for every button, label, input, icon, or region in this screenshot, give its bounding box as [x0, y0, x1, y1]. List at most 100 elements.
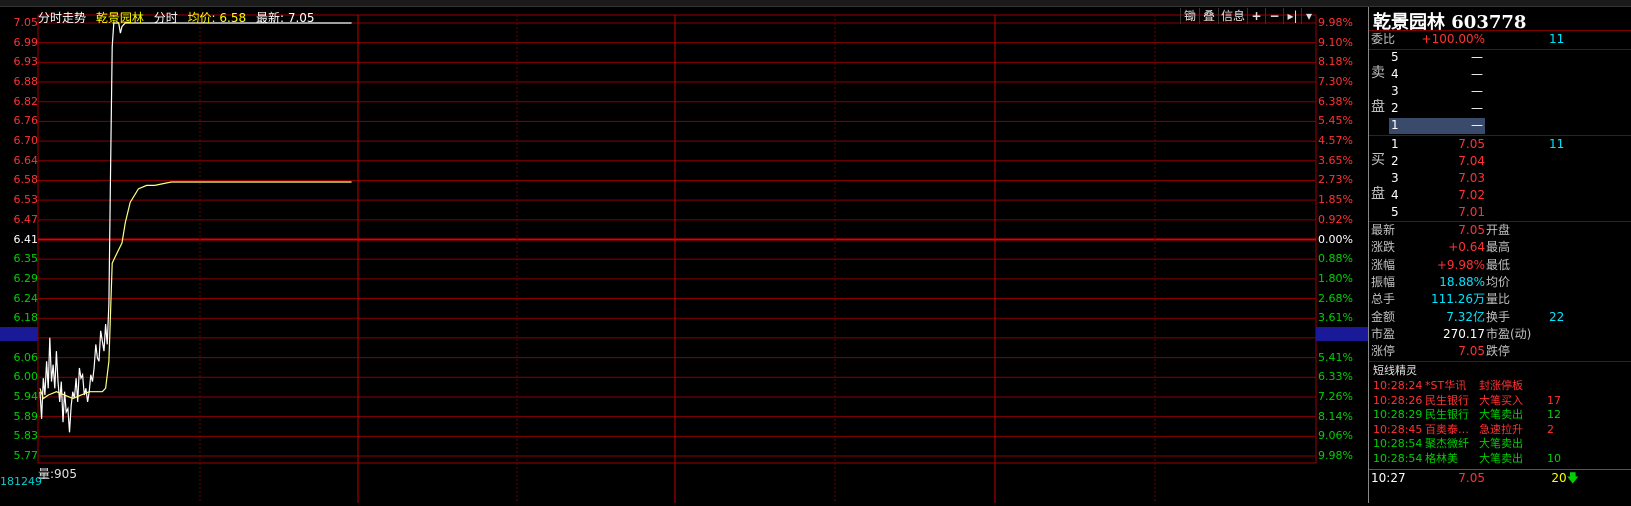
- percent-tick-label: 3.65%: [1318, 153, 1353, 167]
- percent-tick-label: 3.61%: [1318, 311, 1353, 325]
- weibi-extra: 11: [1549, 32, 1565, 46]
- stat-label: 涨停: [1371, 344, 1396, 359]
- stat-value: 7.05: [1458, 223, 1485, 237]
- sprite-stock[interactable]: 百奥泰…: [1425, 423, 1469, 437]
- percent-tick-label: 0.00%: [1318, 232, 1353, 246]
- zoom-in-button[interactable]: +: [1247, 8, 1265, 24]
- sell-level: 1: [1391, 118, 1399, 132]
- buy-level: 3: [1391, 171, 1399, 185]
- menu-chevron-icon[interactable]: ▾: [1301, 8, 1316, 24]
- price-tick-label: 6.41: [13, 232, 39, 246]
- sell-side-label-2: 盘: [1371, 99, 1385, 115]
- price-tick-label: 6.29: [13, 271, 39, 285]
- buy-price: 7.02: [1458, 188, 1485, 202]
- sell-level: 4: [1391, 67, 1399, 81]
- price-line: [39, 22, 352, 433]
- percent-tick-label: 1.80%: [1318, 271, 1353, 285]
- percent-tick-label: 5.41%: [1318, 350, 1353, 364]
- sell-price: —: [1471, 101, 1483, 115]
- sprite-time[interactable]: 10:28:54: [1373, 452, 1422, 466]
- sprite-number[interactable]: 10: [1547, 452, 1561, 466]
- sprite-stock[interactable]: *ST华讯: [1425, 379, 1466, 393]
- end-button[interactable]: ▸|: [1283, 8, 1301, 24]
- top-menu-strip: [0, 0, 1631, 7]
- percent-tick-label: 6.38%: [1318, 94, 1353, 108]
- sprite-number[interactable]: 17: [1547, 394, 1561, 408]
- volume-readout: 量:905: [38, 467, 77, 481]
- stat-value: +0.64: [1448, 240, 1485, 255]
- chart-mode-label: 分时走势: [38, 11, 87, 25]
- avg-price-value: 6.58: [219, 11, 247, 25]
- buy-volume: 11: [1549, 137, 1565, 151]
- sprite-time[interactable]: 10:28:24: [1373, 379, 1422, 393]
- sprite-event[interactable]: 封涨停板: [1479, 379, 1523, 393]
- buy-level: 1: [1391, 137, 1399, 151]
- sprite-time[interactable]: 10:28:54: [1373, 437, 1422, 451]
- chart-canvas: [37, 14, 1317, 503]
- percent-tick-label: 7.26%: [1318, 389, 1353, 403]
- sprite-event[interactable]: 大笔卖出: [1479, 437, 1523, 451]
- percent-tick-label: 2.68%: [1318, 291, 1353, 305]
- sell-price: —: [1471, 84, 1483, 98]
- sell-level: 3: [1391, 84, 1399, 98]
- weibi-label: 委比: [1371, 32, 1396, 46]
- buy-level: 2: [1391, 154, 1399, 168]
- sprite-stock[interactable]: 民生银行: [1425, 408, 1469, 422]
- info-button[interactable]: 信息: [1218, 8, 1247, 24]
- buy-price: 7.03: [1458, 171, 1485, 185]
- sprite-number[interactable]: 12: [1547, 408, 1561, 422]
- price-tick-label: 6.47: [13, 212, 39, 226]
- price-tick-label: 6.24: [13, 291, 39, 305]
- price-tick-label: 6.93: [13, 55, 39, 69]
- price-tick-label: 6.82: [13, 94, 39, 108]
- stat-label: 涨跌: [1371, 240, 1396, 255]
- price-tick-label: 5.89: [13, 409, 39, 423]
- sprite-number[interactable]: 2: [1547, 423, 1554, 437]
- price-tick-label: 6.00: [13, 370, 39, 384]
- chart-view-label: 分时: [153, 11, 178, 25]
- percent-tick-label: 8.14%: [1318, 409, 1353, 423]
- sprite-event[interactable]: 大笔买入: [1479, 394, 1523, 408]
- sprite-event[interactable]: 大笔卖出: [1479, 408, 1523, 422]
- sell-level: 2: [1391, 101, 1399, 115]
- percent-tick-label: 6.33%: [1318, 370, 1353, 384]
- sell-side-label-1: 卖: [1371, 65, 1385, 81]
- percent-tick-label: 8.18%: [1318, 55, 1353, 69]
- stat-label: 最新: [1371, 223, 1396, 237]
- sprite-time[interactable]: 10:28:29: [1373, 408, 1422, 422]
- sprite-time[interactable]: 10:28:45: [1373, 423, 1422, 437]
- sprite-stock[interactable]: 格林美: [1425, 452, 1458, 466]
- stat-value: 18.88%: [1439, 274, 1485, 289]
- sprite-event[interactable]: 大笔卖出: [1479, 452, 1523, 466]
- draw-tool-button[interactable]: 锄: [1180, 8, 1199, 24]
- buy-price: 7.04: [1458, 154, 1485, 168]
- sprite-time[interactable]: 10:28:26: [1373, 394, 1422, 408]
- sell-price: —: [1471, 50, 1483, 64]
- stat-label-right: 跌停: [1486, 344, 1511, 359]
- stat-value: 7.05: [1458, 344, 1485, 359]
- percent-tick-label: 9.10%: [1318, 35, 1353, 49]
- stat-label-right: 最高: [1486, 240, 1511, 255]
- stat-label: 振幅: [1371, 274, 1396, 289]
- sprite-stock[interactable]: 聚杰微纤: [1425, 437, 1469, 451]
- stat-value-right: 22: [1549, 309, 1565, 324]
- stat-value: 111.26万: [1431, 292, 1485, 307]
- zoom-out-button[interactable]: −: [1265, 8, 1283, 24]
- sprite-stock[interactable]: 民生银行: [1425, 394, 1469, 408]
- sprite-event[interactable]: 急速拉升: [1479, 423, 1523, 437]
- stat-value: +9.98%: [1436, 257, 1485, 272]
- chart-header: 分时走势 乾景园林 分时 均价: 6.58 最新: 7.05: [38, 9, 321, 25]
- overlay-button[interactable]: 叠: [1199, 8, 1218, 24]
- buy-side-label-1: 买: [1371, 152, 1385, 168]
- sprite-title: 短线精灵: [1373, 364, 1417, 377]
- price-tick-label: 5.83: [13, 429, 39, 443]
- stat-value: 270.17: [1443, 326, 1485, 341]
- percent-tick-label: 1.85%: [1318, 193, 1353, 207]
- latest-price-value: 7.05: [287, 11, 315, 25]
- intraday-chart[interactable]: [0, 7, 1368, 503]
- stat-label: 涨幅: [1371, 257, 1396, 272]
- volume-value: 905: [54, 467, 77, 481]
- arrow-down-icon: 🡇: [1566, 471, 1579, 485]
- tick-price: 7.05: [1458, 471, 1485, 485]
- tick-time: 10:27: [1371, 471, 1406, 485]
